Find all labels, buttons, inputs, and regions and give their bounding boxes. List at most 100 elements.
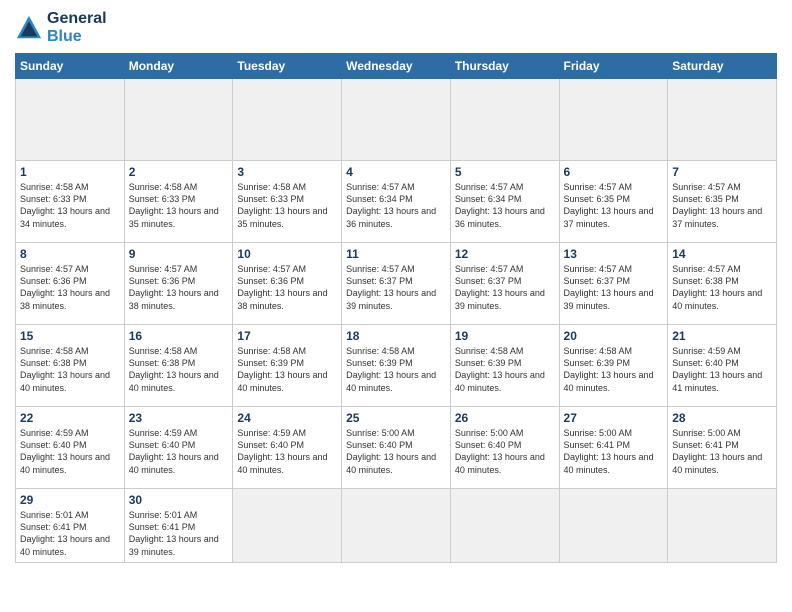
calendar-cell: 4 Sunrise: 4:57 AMSunset: 6:34 PMDayligh…	[342, 161, 451, 243]
calendar-header-row: Sunday Monday Tuesday Wednesday Thursday…	[16, 54, 777, 79]
cell-text: Sunrise: 4:57 AMSunset: 6:37 PMDaylight:…	[346, 264, 436, 310]
day-number: 5	[455, 165, 555, 179]
logo-icon	[15, 14, 43, 42]
cell-text: Sunrise: 4:57 AMSunset: 6:34 PMDaylight:…	[455, 182, 545, 228]
col-saturday: Saturday	[668, 54, 777, 79]
col-wednesday: Wednesday	[342, 54, 451, 79]
calendar-cell: 1 Sunrise: 4:58 AMSunset: 6:33 PMDayligh…	[16, 161, 125, 243]
cell-text: Sunrise: 4:58 AMSunset: 6:38 PMDaylight:…	[129, 346, 219, 392]
day-number: 6	[564, 165, 664, 179]
cell-text: Sunrise: 5:00 AMSunset: 6:41 PMDaylight:…	[564, 428, 654, 474]
cell-text: Sunrise: 4:58 AMSunset: 6:39 PMDaylight:…	[237, 346, 327, 392]
day-number: 9	[129, 247, 229, 261]
day-number: 27	[564, 411, 664, 425]
calendar-cell: 30 Sunrise: 5:01 AMSunset: 6:41 PMDaylig…	[124, 489, 233, 563]
header: General Blue	[15, 10, 777, 45]
day-number: 8	[20, 247, 120, 261]
calendar-cell	[668, 489, 777, 563]
col-friday: Friday	[559, 54, 668, 79]
calendar-table: Sunday Monday Tuesday Wednesday Thursday…	[15, 53, 777, 563]
cell-text: Sunrise: 4:58 AMSunset: 6:33 PMDaylight:…	[129, 182, 219, 228]
calendar-cell: 14 Sunrise: 4:57 AMSunset: 6:38 PMDaylig…	[668, 243, 777, 325]
cell-text: Sunrise: 4:59 AMSunset: 6:40 PMDaylight:…	[672, 346, 762, 392]
day-number: 19	[455, 329, 555, 343]
calendar-cell: 29 Sunrise: 5:01 AMSunset: 6:41 PMDaylig…	[16, 489, 125, 563]
cell-text: Sunrise: 5:01 AMSunset: 6:41 PMDaylight:…	[129, 510, 219, 556]
day-number: 24	[237, 411, 337, 425]
calendar-cell	[16, 79, 125, 161]
day-number: 21	[672, 329, 772, 343]
calendar-cell: 6 Sunrise: 4:57 AMSunset: 6:35 PMDayligh…	[559, 161, 668, 243]
cell-text: Sunrise: 4:58 AMSunset: 6:39 PMDaylight:…	[346, 346, 436, 392]
cell-text: Sunrise: 4:57 AMSunset: 6:37 PMDaylight:…	[455, 264, 545, 310]
calendar-cell: 11 Sunrise: 4:57 AMSunset: 6:37 PMDaylig…	[342, 243, 451, 325]
cell-text: Sunrise: 4:57 AMSunset: 6:36 PMDaylight:…	[20, 264, 110, 310]
calendar-cell: 16 Sunrise: 4:58 AMSunset: 6:38 PMDaylig…	[124, 325, 233, 407]
day-number: 3	[237, 165, 337, 179]
cell-text: Sunrise: 4:57 AMSunset: 6:35 PMDaylight:…	[564, 182, 654, 228]
calendar-cell	[342, 79, 451, 161]
cell-text: Sunrise: 4:57 AMSunset: 6:35 PMDaylight:…	[672, 182, 762, 228]
calendar-cell: 26 Sunrise: 5:00 AMSunset: 6:40 PMDaylig…	[450, 407, 559, 489]
page: General Blue Sunday Monday Tuesday Wedne…	[0, 0, 792, 612]
calendar-cell: 25 Sunrise: 5:00 AMSunset: 6:40 PMDaylig…	[342, 407, 451, 489]
day-number: 18	[346, 329, 446, 343]
day-number: 30	[129, 493, 229, 507]
day-number: 15	[20, 329, 120, 343]
day-number: 4	[346, 165, 446, 179]
day-number: 23	[129, 411, 229, 425]
col-monday: Monday	[124, 54, 233, 79]
calendar-cell: 3 Sunrise: 4:58 AMSunset: 6:33 PMDayligh…	[233, 161, 342, 243]
calendar-cell: 9 Sunrise: 4:57 AMSunset: 6:36 PMDayligh…	[124, 243, 233, 325]
day-number: 26	[455, 411, 555, 425]
calendar-cell: 24 Sunrise: 4:59 AMSunset: 6:40 PMDaylig…	[233, 407, 342, 489]
calendar-cell: 20 Sunrise: 4:58 AMSunset: 6:39 PMDaylig…	[559, 325, 668, 407]
calendar-cell	[233, 79, 342, 161]
calendar-cell: 22 Sunrise: 4:59 AMSunset: 6:40 PMDaylig…	[16, 407, 125, 489]
cell-text: Sunrise: 4:58 AMSunset: 6:39 PMDaylight:…	[564, 346, 654, 392]
calendar-cell	[450, 489, 559, 563]
calendar-cell: 19 Sunrise: 4:58 AMSunset: 6:39 PMDaylig…	[450, 325, 559, 407]
col-thursday: Thursday	[450, 54, 559, 79]
cell-text: Sunrise: 4:58 AMSunset: 6:39 PMDaylight:…	[455, 346, 545, 392]
calendar-cell: 21 Sunrise: 4:59 AMSunset: 6:40 PMDaylig…	[668, 325, 777, 407]
day-number: 16	[129, 329, 229, 343]
calendar-cell: 2 Sunrise: 4:58 AMSunset: 6:33 PMDayligh…	[124, 161, 233, 243]
cell-text: Sunrise: 4:57 AMSunset: 6:36 PMDaylight:…	[237, 264, 327, 310]
calendar-cell: 27 Sunrise: 5:00 AMSunset: 6:41 PMDaylig…	[559, 407, 668, 489]
cell-text: Sunrise: 4:58 AMSunset: 6:33 PMDaylight:…	[237, 182, 327, 228]
calendar-cell: 17 Sunrise: 4:58 AMSunset: 6:39 PMDaylig…	[233, 325, 342, 407]
day-number: 17	[237, 329, 337, 343]
calendar-cell: 15 Sunrise: 4:58 AMSunset: 6:38 PMDaylig…	[16, 325, 125, 407]
cell-text: Sunrise: 4:58 AMSunset: 6:33 PMDaylight:…	[20, 182, 110, 228]
cell-text: Sunrise: 5:01 AMSunset: 6:41 PMDaylight:…	[20, 510, 110, 556]
calendar-cell: 13 Sunrise: 4:57 AMSunset: 6:37 PMDaylig…	[559, 243, 668, 325]
calendar-cell	[233, 489, 342, 563]
calendar-cell: 23 Sunrise: 4:59 AMSunset: 6:40 PMDaylig…	[124, 407, 233, 489]
cell-text: Sunrise: 4:59 AMSunset: 6:40 PMDaylight:…	[237, 428, 327, 474]
cell-text: Sunrise: 4:59 AMSunset: 6:40 PMDaylight:…	[129, 428, 219, 474]
day-number: 22	[20, 411, 120, 425]
calendar-cell: 10 Sunrise: 4:57 AMSunset: 6:36 PMDaylig…	[233, 243, 342, 325]
cell-text: Sunrise: 5:00 AMSunset: 6:40 PMDaylight:…	[346, 428, 436, 474]
calendar-cell	[668, 79, 777, 161]
cell-text: Sunrise: 4:58 AMSunset: 6:38 PMDaylight:…	[20, 346, 110, 392]
cell-text: Sunrise: 4:57 AMSunset: 6:34 PMDaylight:…	[346, 182, 436, 228]
calendar-cell	[559, 489, 668, 563]
day-number: 20	[564, 329, 664, 343]
calendar-cell: 7 Sunrise: 4:57 AMSunset: 6:35 PMDayligh…	[668, 161, 777, 243]
day-number: 28	[672, 411, 772, 425]
cell-text: Sunrise: 4:57 AMSunset: 6:38 PMDaylight:…	[672, 264, 762, 310]
calendar-cell	[450, 79, 559, 161]
logo-blue: Blue	[47, 28, 107, 46]
day-number: 12	[455, 247, 555, 261]
day-number: 7	[672, 165, 772, 179]
calendar-cell: 12 Sunrise: 4:57 AMSunset: 6:37 PMDaylig…	[450, 243, 559, 325]
calendar-cell: 8 Sunrise: 4:57 AMSunset: 6:36 PMDayligh…	[16, 243, 125, 325]
day-number: 13	[564, 247, 664, 261]
logo: General Blue	[15, 10, 107, 45]
day-number: 14	[672, 247, 772, 261]
cell-text: Sunrise: 4:57 AMSunset: 6:37 PMDaylight:…	[564, 264, 654, 310]
calendar-cell: 18 Sunrise: 4:58 AMSunset: 6:39 PMDaylig…	[342, 325, 451, 407]
calendar-cell: 5 Sunrise: 4:57 AMSunset: 6:34 PMDayligh…	[450, 161, 559, 243]
